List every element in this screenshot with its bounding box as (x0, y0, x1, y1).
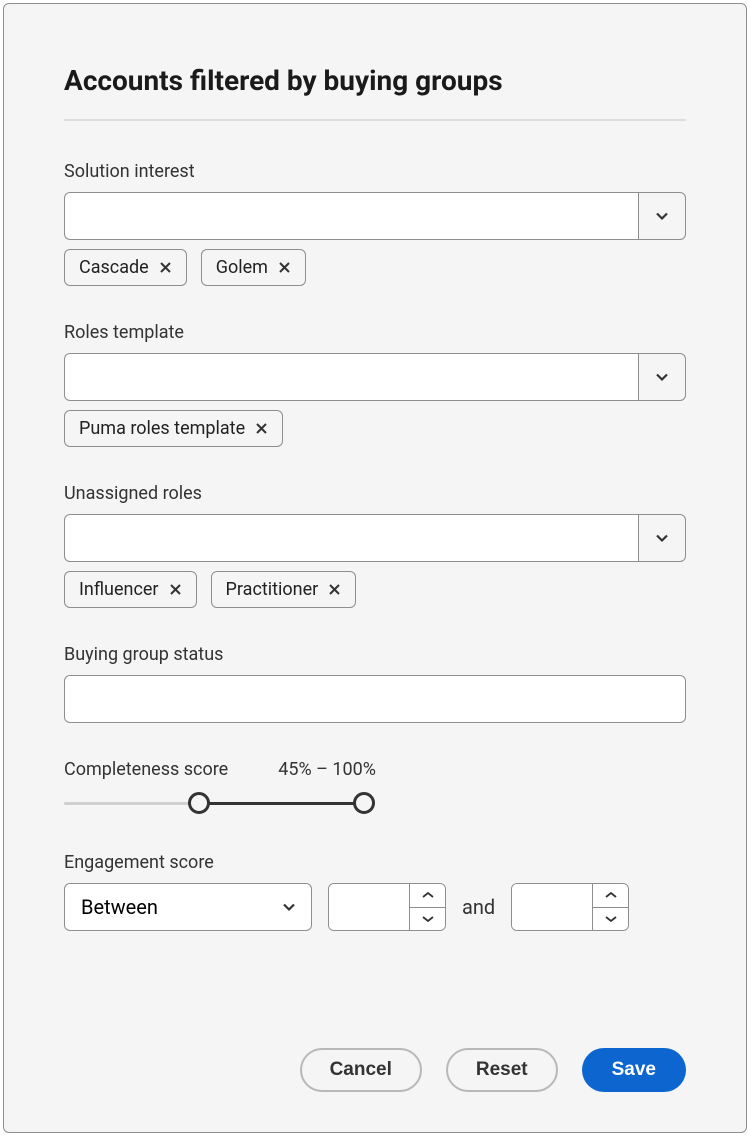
close-icon[interactable] (255, 422, 268, 435)
stepper-down-button[interactable] (410, 908, 445, 931)
solution-interest-dropdown-toggle[interactable] (638, 192, 686, 240)
divider (64, 119, 686, 121)
chip-cascade: Cascade (64, 249, 187, 286)
stepper-up-button[interactable] (410, 884, 445, 908)
completeness-slider[interactable] (64, 792, 364, 816)
engagement-score-label: Engagement score (64, 852, 686, 873)
chevron-down-icon (281, 899, 297, 915)
slider-track-fill (199, 802, 364, 805)
close-icon[interactable] (169, 583, 182, 596)
engagement-from-input[interactable] (329, 884, 409, 930)
close-icon[interactable] (328, 583, 341, 596)
roles-template-dropdown[interactable] (64, 353, 686, 401)
buying-group-status-field: Buying group status (64, 644, 686, 723)
unassigned-roles-label: Unassigned roles (64, 483, 686, 504)
chip-influencer: Influencer (64, 571, 197, 608)
solution-interest-dropdown[interactable] (64, 192, 686, 240)
cancel-button[interactable]: Cancel (300, 1048, 422, 1092)
roles-template-field: Roles template Puma roles template (64, 322, 686, 447)
solution-interest-label: Solution interest (64, 161, 686, 182)
footer-actions: Cancel Reset Save (64, 1008, 686, 1092)
unassigned-roles-chips: Influencer Practitioner (64, 571, 686, 608)
chevron-down-icon (654, 530, 670, 546)
engagement-operator-select[interactable]: Between (64, 883, 312, 931)
roles-template-dropdown-toggle[interactable] (638, 353, 686, 401)
chevron-down-icon (654, 208, 670, 224)
chevron-down-icon (422, 915, 434, 923)
engagement-from-stepper[interactable] (328, 883, 446, 931)
chevron-down-icon (605, 915, 617, 923)
roles-template-label: Roles template (64, 322, 686, 343)
chip-label: Puma roles template (79, 418, 245, 439)
slider-handle-max[interactable] (353, 792, 375, 814)
engagement-to-stepper[interactable] (511, 883, 629, 931)
chip-golem: Golem (201, 249, 306, 286)
stepper-down-button[interactable] (593, 908, 628, 931)
chevron-up-icon (605, 891, 617, 899)
completeness-score-label: Completeness score (64, 759, 228, 780)
buying-group-status-label: Buying group status (64, 644, 686, 665)
select-value: Between (81, 895, 158, 919)
chip-practitioner: Practitioner (211, 571, 357, 608)
chip-puma-roles-template: Puma roles template (64, 410, 283, 447)
and-label: and (462, 895, 495, 919)
completeness-score-value: 45% – 100% (278, 759, 376, 780)
unassigned-roles-dropdown-toggle[interactable] (638, 514, 686, 562)
chip-label: Golem (216, 257, 268, 278)
page-title: Accounts filtered by buying groups (64, 64, 686, 97)
unassigned-roles-dropdown[interactable] (64, 514, 686, 562)
roles-template-input[interactable] (64, 353, 638, 401)
engagement-score-field: Engagement score Between an (64, 852, 686, 931)
chevron-down-icon (654, 369, 670, 385)
stepper-up-button[interactable] (593, 884, 628, 908)
unassigned-roles-input[interactable] (64, 514, 638, 562)
reset-button[interactable]: Reset (446, 1048, 558, 1092)
solution-interest-field: Solution interest Cascade Golem (64, 161, 686, 286)
solution-interest-chips: Cascade Golem (64, 249, 686, 286)
buying-group-status-input[interactable] (64, 675, 686, 723)
close-icon[interactable] (278, 261, 291, 274)
chip-label: Influencer (79, 579, 159, 600)
completeness-score-field: Completeness score 45% – 100% (64, 759, 686, 816)
solution-interest-input[interactable] (64, 192, 638, 240)
filter-panel: Accounts filtered by buying groups Solut… (3, 3, 747, 1133)
unassigned-roles-field: Unassigned roles Influencer Practitioner (64, 483, 686, 608)
save-button[interactable]: Save (582, 1048, 686, 1092)
chevron-up-icon (422, 891, 434, 899)
roles-template-chips: Puma roles template (64, 410, 686, 447)
engagement-to-input[interactable] (512, 884, 592, 930)
chip-label: Practitioner (226, 579, 319, 600)
chip-label: Cascade (79, 257, 149, 278)
close-icon[interactable] (159, 261, 172, 274)
slider-handle-min[interactable] (188, 792, 210, 814)
